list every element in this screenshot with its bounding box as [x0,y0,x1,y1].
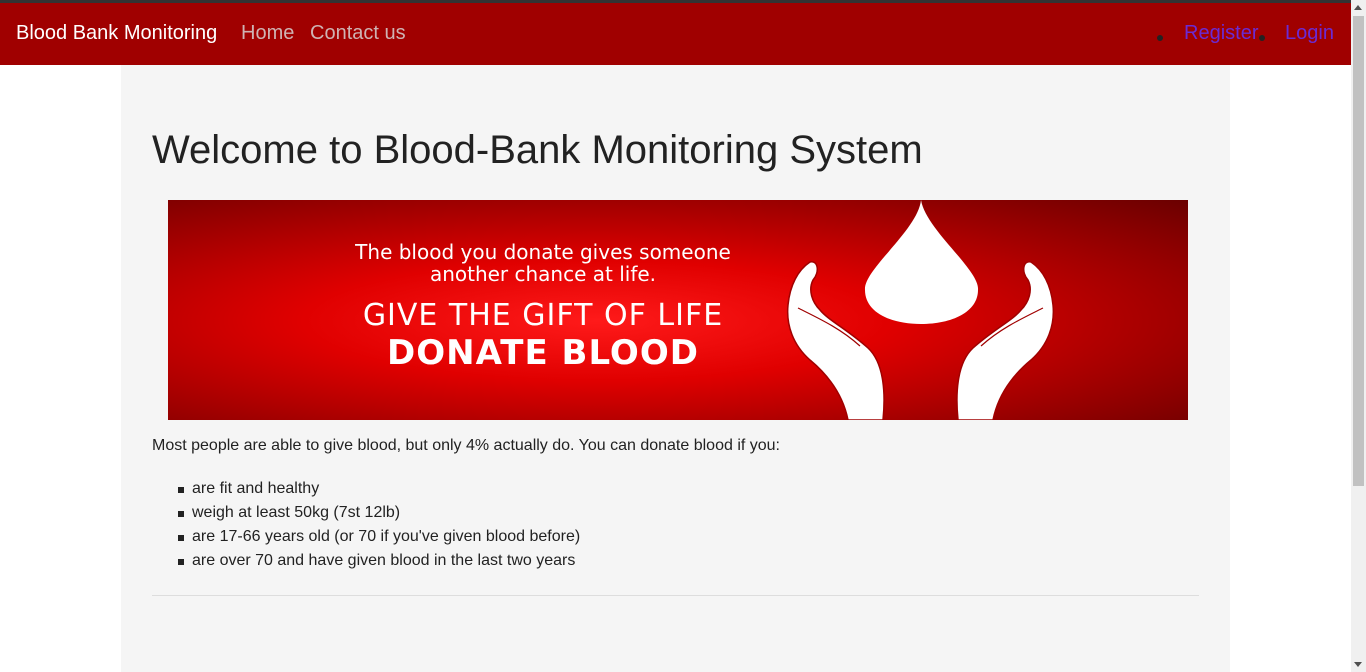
list-item: are over 70 and have given blood in the … [177,549,580,573]
requirements-list: are fit and healthy weigh at least 50kg … [152,477,580,573]
nav-bullet [1259,35,1265,41]
page-title: Welcome to Blood-Bank Monitoring System [152,128,923,172]
vertical-scrollbar[interactable] [1351,0,1366,672]
blood-drop-hands-icon [786,200,1055,420]
nav-contact-link[interactable]: Contact us [310,22,406,45]
list-item: are fit and healthy [177,477,580,501]
donate-banner: The blood you donate gives someone anoth… [168,200,1188,420]
list-item: weigh at least 50kg (7st 12lb) [177,501,580,525]
intro-text: Most people are able to give blood, but … [152,437,780,454]
scroll-thumb[interactable] [1353,16,1364,486]
brand-link[interactable]: Blood Bank Monitoring [16,22,217,45]
nav-bullet [1157,35,1163,41]
chevron-down-icon [1354,662,1362,667]
nav-login-link[interactable]: Login [1285,22,1334,45]
scroll-down-button[interactable] [1351,657,1366,672]
chevron-up-icon [1354,5,1362,10]
scroll-up-button[interactable] [1351,0,1366,15]
list-item: are 17-66 years old (or 70 if you've giv… [177,525,580,549]
divider [152,595,1199,596]
navbar: Blood Bank Monitoring Home Contact us Re… [0,3,1351,65]
nav-home-link[interactable]: Home [241,22,294,45]
blood-drop-icon [864,200,979,324]
nav-register-link[interactable]: Register [1184,22,1258,45]
